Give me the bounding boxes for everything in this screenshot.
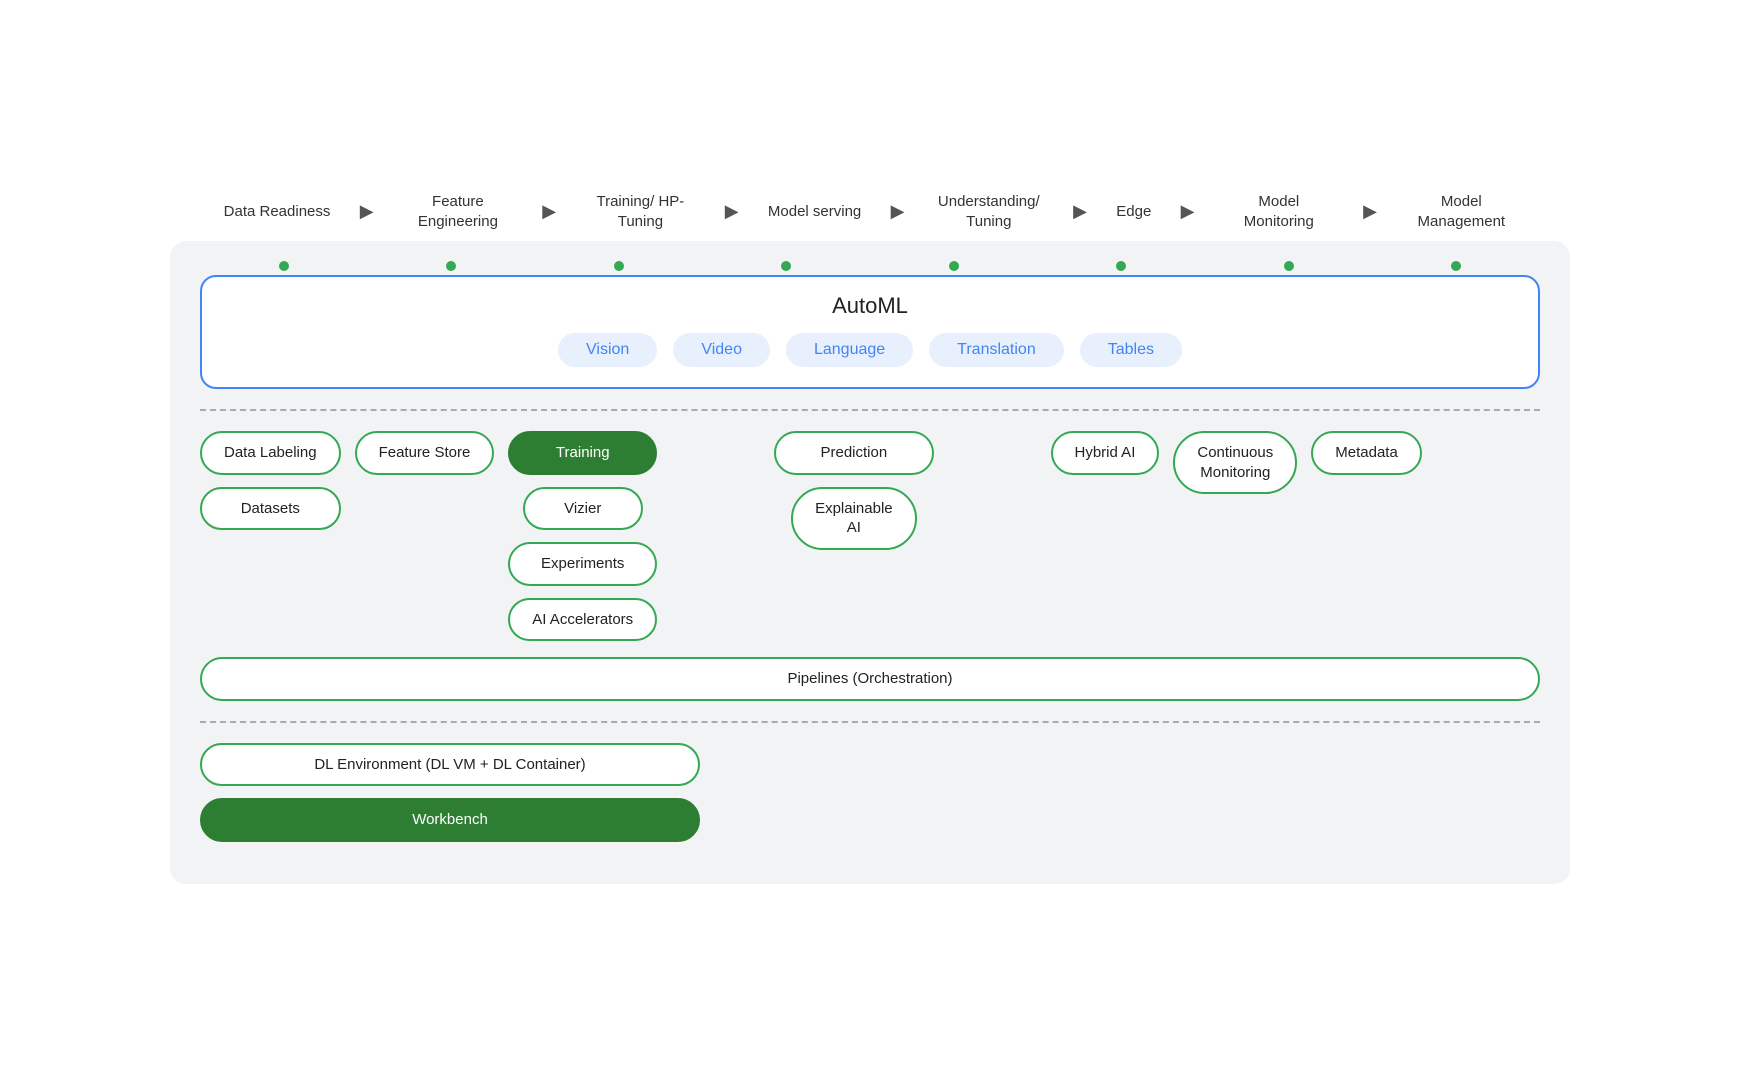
dot-slot-6 — [1038, 261, 1206, 271]
pill-datasets: Datasets — [200, 487, 341, 531]
dot-slot-3 — [535, 261, 703, 271]
dot-slot-1 — [200, 261, 368, 271]
dots-row — [200, 261, 1540, 271]
main-area: AutoML Vision Video Language Translation… — [170, 241, 1570, 884]
automl-pill-tables: Tables — [1080, 333, 1182, 367]
dot-slot-2 — [368, 261, 536, 271]
arrow-3: ▶ — [725, 201, 739, 222]
pipeline-step-understanding: Understanding/ Tuning — [934, 192, 1044, 231]
pipeline-step-feature-engineering: Feature Engineering — [403, 192, 513, 231]
pill-hybrid-ai: Hybrid AI — [1051, 431, 1160, 475]
automl-pill-video: Video — [673, 333, 770, 367]
diagram-wrapper: Data Readiness ▶ Feature Engineering ▶ T… — [170, 192, 1570, 884]
pill-workbench: Workbench — [200, 798, 700, 842]
automl-pill-translation: Translation — [929, 333, 1064, 367]
pipeline-step-training-hp: Training/ HP-Tuning — [585, 192, 695, 231]
pill-continuous-monitoring: ContinuousMonitoring — [1173, 431, 1297, 494]
pill-training: Training — [508, 431, 657, 475]
green-dot-6 — [1116, 261, 1126, 271]
green-dot-7 — [1284, 261, 1294, 271]
green-dot-2 — [446, 261, 456, 271]
dashed-line-1 — [200, 409, 1540, 411]
arrow-2: ▶ — [542, 201, 556, 222]
dot-slot-7 — [1205, 261, 1373, 271]
pipeline-step-model-serving: Model serving — [768, 202, 861, 222]
pill-explainable-ai: ExplainableAI — [791, 487, 917, 550]
bottom-section: DL Environment (DL VM + DL Container) Wo… — [200, 743, 1540, 842]
automl-pill-vision: Vision — [558, 333, 657, 367]
dot-slot-4 — [703, 261, 871, 271]
pill-dl-env: DL Environment (DL VM + DL Container) — [200, 743, 700, 787]
arrow-6: ▶ — [1181, 201, 1195, 222]
pill-prediction: Prediction — [774, 431, 934, 475]
dashed-line-2 — [200, 721, 1540, 723]
pill-experiments: Experiments — [508, 542, 657, 586]
pipeline-header: Data Readiness ▶ Feature Engineering ▶ T… — [170, 192, 1570, 231]
col-training: Training Vizier Experiments AI Accelerat… — [508, 431, 657, 641]
arrow-5: ▶ — [1073, 201, 1087, 222]
workbench-row: Workbench — [200, 798, 1540, 842]
pill-pipelines: Pipelines (Orchestration) — [200, 657, 1540, 701]
pill-ai-accelerators: AI Accelerators — [508, 598, 657, 642]
dot-slot-5 — [870, 261, 1038, 271]
green-dot-5 — [949, 261, 959, 271]
dl-env-row: DL Environment (DL VM + DL Container) — [200, 743, 1540, 787]
arrow-1: ▶ — [360, 201, 374, 222]
pill-data-labeling: Data Labeling — [200, 431, 341, 475]
automl-pills: Vision Video Language Translation Tables — [226, 333, 1514, 367]
dot-slot-8 — [1373, 261, 1541, 271]
green-dot-8 — [1451, 261, 1461, 271]
pipeline-step-model-management: Model Management — [1406, 192, 1516, 231]
pipeline-step-edge: Edge — [1116, 202, 1151, 222]
col-prediction: Prediction ExplainableAI — [774, 431, 934, 550]
arrow-4: ▶ — [891, 201, 905, 222]
middle-section: Data Labeling Datasets Feature Store Tra… — [200, 431, 1540, 701]
green-dot-1 — [279, 261, 289, 271]
automl-pill-language: Language — [786, 333, 913, 367]
pill-metadata: Metadata — [1311, 431, 1422, 475]
pipelines-row: Pipelines (Orchestration) — [200, 657, 1540, 701]
automl-section: AutoML Vision Video Language Translation… — [200, 275, 1540, 389]
pipeline-step-model-monitoring: Model Monitoring — [1224, 192, 1334, 231]
col-data: Data Labeling Datasets — [200, 431, 341, 530]
green-dot-3 — [614, 261, 624, 271]
automl-title: AutoML — [226, 293, 1514, 319]
main-pills-row: Data Labeling Datasets Feature Store Tra… — [200, 431, 1540, 641]
pill-feature-store: Feature Store — [355, 431, 495, 475]
pipeline-step-data-readiness: Data Readiness — [224, 202, 331, 222]
pill-vizier: Vizier — [523, 487, 643, 531]
green-dot-4 — [781, 261, 791, 271]
arrow-7: ▶ — [1363, 201, 1377, 222]
